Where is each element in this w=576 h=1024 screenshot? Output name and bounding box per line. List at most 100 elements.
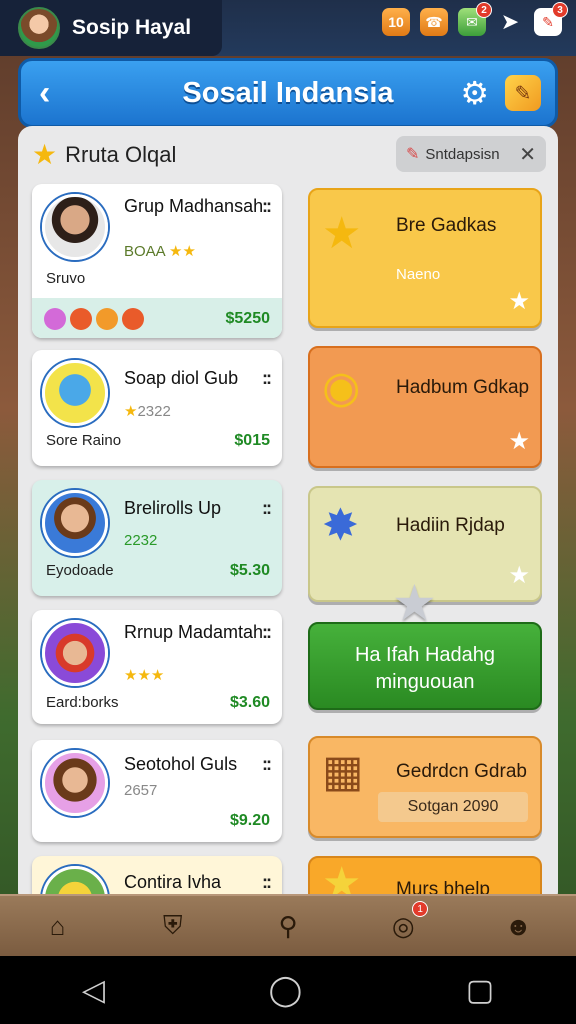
bottom-nav: ⌂ ⛨ ⚲ ◎ 1 ☻ <box>0 894 576 956</box>
mail-icon[interactable]: ✎ 3 <box>534 2 568 36</box>
star-icon: ★★★ <box>124 667 165 684</box>
card-price: $5250 <box>225 310 271 327</box>
token-icon <box>96 308 118 330</box>
filter-label: Sntdapsisn <box>425 145 500 163</box>
pin-icon: ✎ <box>406 146 420 163</box>
section-header: ★ Rruta Olqal <box>32 138 176 171</box>
star-icon: ★ <box>32 139 58 170</box>
avatar <box>42 750 108 816</box>
profile-icon[interactable]: ☻ <box>499 907 537 945</box>
header-bar: ‹ Sosail Indansia ⚙ ✎ <box>18 58 558 128</box>
card-title: Rrnup Madamtah <box>124 622 264 642</box>
tile-label: Hadiin Rjdap <box>396 515 505 536</box>
back-nav-icon[interactable]: ◁ <box>82 973 105 1008</box>
card-title: Seotohol Guls <box>124 754 238 774</box>
card-subtitle: Sore Raino <box>46 432 122 449</box>
tile-sub: Sotgan 2090 <box>378 792 528 822</box>
profile-name: Sosip Hayal <box>72 16 192 39</box>
list-item[interactable]: Seotohol Guls :: 2657 $9.20 <box>32 740 282 842</box>
mail-badge: 3 <box>552 2 568 18</box>
rating-value: 2322 <box>137 403 171 420</box>
avatar <box>42 490 108 556</box>
star-icon: ★ <box>392 575 437 631</box>
badge-icon: ✸ <box>322 501 359 550</box>
star-icon: ★ <box>124 403 138 420</box>
card-title: Contira Ivha <box>124 872 222 892</box>
token-row <box>44 308 144 330</box>
star-icon: ★ <box>508 562 530 589</box>
gear-icon[interactable]: ⚙ <box>460 74 489 112</box>
coin-icon: ◉ <box>322 363 361 412</box>
tile-gifts[interactable]: ★ Bre Gadkas Naeno ★ <box>308 188 542 328</box>
tile-label: Bre Gadkas <box>396 215 497 236</box>
profile-chip[interactable]: Sosip Hayal <box>0 0 222 56</box>
more-icon[interactable]: :: <box>262 368 272 389</box>
edit-icon[interactable]: ✎ <box>505 75 541 111</box>
home-icon[interactable]: ⌂ <box>39 907 77 945</box>
compass-icon[interactable]: ◎ 1 <box>384 901 429 945</box>
message-badge: 2 <box>476 2 492 18</box>
card-subtitle: Sruvo <box>46 270 86 287</box>
more-icon[interactable]: :: <box>262 622 272 643</box>
card-price: $5.30 <box>229 562 270 579</box>
avatar <box>42 620 108 686</box>
card-price: $9.20 <box>229 812 270 829</box>
card-subtitle: Eyodoade <box>46 562 114 579</box>
card-rating: 2657 <box>124 782 158 799</box>
section-title: Rruta Olqal <box>65 141 177 167</box>
tile-basket[interactable]: ▦ Gedrdcn Gdrab Sotgan 2090 <box>308 736 542 838</box>
card-subtitle: Eard:borks <box>46 694 119 711</box>
star-icon: ★ <box>322 209 362 258</box>
star-icon: ★ <box>508 428 530 455</box>
main-panel: ★ Rruta Olqal ✎ Sntdapsisn ✕ Grup Madhan… <box>18 126 558 906</box>
avatar[interactable] <box>18 7 60 49</box>
top-status-bar: Sosip Hayal 10 ☎ ✉ 2 ➤ ✎ 3 <box>0 0 576 56</box>
phone-icon[interactable]: ☎ <box>420 8 448 36</box>
shield-icon[interactable]: ⛨ <box>154 907 192 945</box>
avatar <box>42 194 108 260</box>
list-item[interactable]: Rrnup Madamtah :: ★★★ Eard:borks $3.60 <box>32 610 282 724</box>
star-icon: ★ <box>508 288 530 315</box>
tile-label: Hadbum Gdkap <box>396 377 530 398</box>
card-rating: ★★★ <box>124 666 164 684</box>
card-rating: 2232 <box>124 532 158 549</box>
card-title: Grup Madhansah <box>124 196 264 216</box>
pointer-icon[interactable]: ➤ <box>496 8 524 36</box>
card-title: Soap diol Gub <box>124 368 239 388</box>
more-icon[interactable]: :: <box>262 754 272 775</box>
tile-coins[interactable]: ◉ Hadbum Gdkap ★ <box>308 346 542 468</box>
card-price: $015 <box>234 432 270 449</box>
home-nav-icon[interactable]: ◯ <box>269 973 303 1008</box>
message-icon[interactable]: ✉ 2 <box>458 2 492 36</box>
token-icon <box>44 308 66 330</box>
more-icon[interactable]: :: <box>262 872 272 893</box>
token-icon <box>70 308 92 330</box>
card-title: Brelirolls Up <box>124 498 222 518</box>
list-item[interactable]: Grup Madhansah :: BOAA ★★ Sruvo $5250 <box>32 184 282 338</box>
back-icon[interactable]: ‹ <box>39 74 50 113</box>
card-rating: BOAA ★★ <box>124 242 196 260</box>
more-icon[interactable]: :: <box>262 498 272 519</box>
recents-nav-icon[interactable]: ▢ <box>466 973 494 1008</box>
search-icon[interactable]: ⚲ <box>269 907 307 945</box>
tile-label: Gedrdcn Gdrab <box>396 761 527 782</box>
more-icon[interactable]: :: <box>262 196 272 217</box>
basket-icon: ▦ <box>322 747 364 796</box>
avatar <box>42 360 108 426</box>
join-button-label: Ha Ifah Hadahg minguouan <box>354 644 496 693</box>
close-icon[interactable]: ✕ <box>519 142 536 167</box>
coin-count: 10 <box>388 14 404 30</box>
filter-chip[interactable]: ✎ Sntdapsisn ✕ <box>396 136 546 172</box>
card-rating: ★2322 <box>124 402 171 420</box>
join-button[interactable]: Ha Ifah Hadahg minguouan <box>308 622 542 710</box>
system-nav: ◁ ◯ ▢ <box>0 956 576 1024</box>
star-icon: ★★ <box>169 243 196 260</box>
compass-badge: 1 <box>412 901 429 917</box>
list-item[interactable]: Brelirolls Up :: 2232 Eyodoade $5.30 <box>32 480 282 596</box>
token-icon <box>122 308 144 330</box>
list-item[interactable]: Soap diol Gub :: ★2322 Sore Raino $015 <box>32 350 282 466</box>
rating-value: BOAA <box>124 243 165 260</box>
card-price: $3.60 <box>229 694 270 711</box>
coin-icon[interactable]: 10 <box>382 8 410 36</box>
tile-sub: Naeno <box>396 266 441 283</box>
